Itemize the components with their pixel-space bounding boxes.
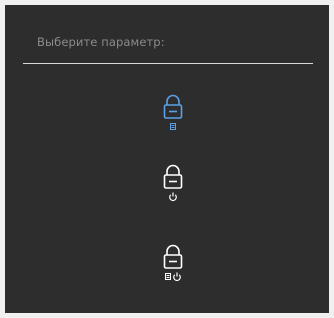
padlock-icon	[163, 164, 183, 189]
option-menu-lock[interactable]	[153, 93, 193, 139]
option-menu-power-lock[interactable]	[153, 243, 193, 289]
padlock-icon	[163, 244, 183, 269]
padlock-icon	[163, 94, 183, 119]
lock-options-dialog: Выберите параметр:	[5, 5, 329, 313]
option-power-lock[interactable]	[153, 163, 193, 209]
dialog-title: Выберите параметр:	[37, 35, 165, 49]
divider	[23, 63, 313, 64]
menu-icon	[165, 273, 171, 280]
power-icon	[173, 272, 181, 281]
power-icon	[169, 192, 177, 201]
menu-icon	[170, 123, 176, 130]
